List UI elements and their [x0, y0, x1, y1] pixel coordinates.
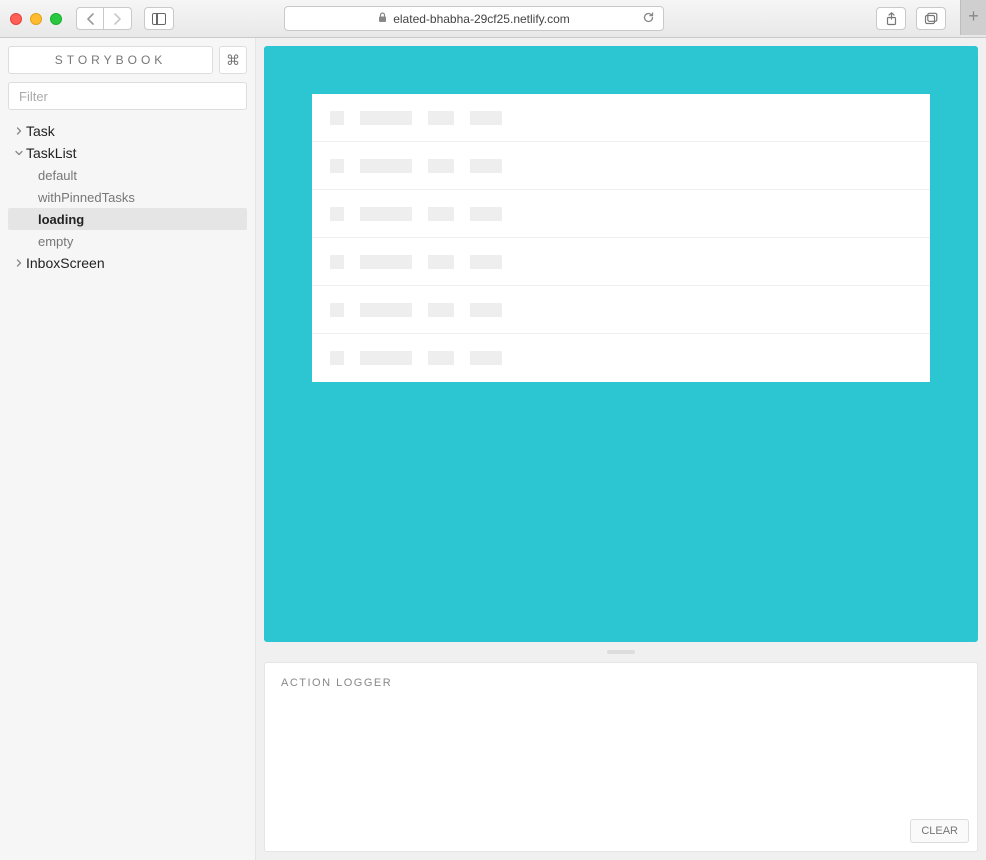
skeleton-bar: [360, 207, 412, 221]
skeleton-bar: [428, 255, 454, 269]
reload-icon[interactable]: [642, 11, 655, 27]
lock-icon: [378, 12, 387, 26]
url-text: elated-bhabha-29cf25.netlify.com: [393, 12, 570, 26]
address-bar[interactable]: elated-bhabha-29cf25.netlify.com: [284, 6, 664, 31]
skeleton-bar: [470, 159, 502, 173]
toggle-sidebar-button[interactable]: [144, 7, 174, 30]
skeleton-row: [312, 238, 930, 286]
minimize-window-button[interactable]: [30, 13, 42, 25]
chevron-down-icon: [12, 149, 26, 157]
skeleton-bar: [360, 111, 412, 125]
skeleton-row: [312, 190, 930, 238]
tree-story-label: withPinnedTasks: [38, 190, 135, 205]
skeleton-bar: [360, 303, 412, 317]
tree-kind-label: Task: [26, 123, 55, 139]
brand-button[interactable]: STORYBOOK: [8, 46, 213, 74]
skeleton-row: [312, 142, 930, 190]
panel-resize-handle[interactable]: [607, 650, 635, 654]
tree-story-label: loading: [38, 212, 84, 227]
stories-tree: Task TaskList default withPinnedTasks loadin…: [8, 120, 247, 274]
share-button[interactable]: [876, 7, 906, 30]
tree-kind[interactable]: TaskList: [8, 142, 247, 164]
clear-label: CLEAR: [921, 825, 958, 837]
tabs-button[interactable]: [916, 7, 946, 30]
skeleton-checkbox: [330, 111, 344, 125]
tree-kind[interactable]: Task: [8, 120, 247, 142]
tasklist-loading-skeleton: [312, 94, 930, 382]
toolbar-right: +: [876, 7, 976, 30]
tree-kind-label: InboxScreen: [26, 255, 105, 271]
tree-story[interactable]: withPinnedTasks: [8, 186, 247, 208]
skeleton-bar: [360, 255, 412, 269]
tree-story-label: empty: [38, 234, 73, 249]
back-button[interactable]: [76, 7, 104, 30]
skeleton-row: [312, 334, 930, 382]
skeleton-row: [312, 286, 930, 334]
skeleton-bar: [470, 111, 502, 125]
tree-story[interactable]: empty: [8, 230, 247, 252]
main-panel: ACTION LOGGER CLEAR: [256, 38, 986, 860]
skeleton-bar: [360, 159, 412, 173]
skeleton-checkbox: [330, 351, 344, 365]
skeleton-bar: [428, 303, 454, 317]
chevron-right-icon: [12, 259, 26, 267]
tree-kind-label: TaskList: [26, 145, 77, 161]
tree-story[interactable]: default: [8, 164, 247, 186]
brand-row: STORYBOOK ⌘: [8, 46, 247, 74]
skeleton-checkbox: [330, 303, 344, 317]
skeleton-checkbox: [330, 255, 344, 269]
brand-label: STORYBOOK: [55, 53, 167, 67]
skeleton-bar: [428, 111, 454, 125]
browser-toolbar: elated-bhabha-29cf25.netlify.com +: [0, 0, 986, 38]
clear-button[interactable]: CLEAR: [910, 819, 969, 843]
action-logger-panel: ACTION LOGGER CLEAR: [264, 662, 978, 852]
maximize-window-button[interactable]: [50, 13, 62, 25]
shortcuts-button[interactable]: ⌘: [219, 46, 247, 74]
new-tab-button[interactable]: +: [960, 0, 986, 35]
skeleton-bar: [470, 303, 502, 317]
filter-input[interactable]: [8, 82, 247, 110]
forward-button[interactable]: [104, 7, 132, 30]
skeleton-bar: [428, 207, 454, 221]
action-logger-body: [265, 703, 977, 851]
chevron-right-icon: [12, 127, 26, 135]
skeleton-checkbox: [330, 207, 344, 221]
skeleton-row: [312, 94, 930, 142]
window-controls: [10, 13, 62, 25]
skeleton-checkbox: [330, 159, 344, 173]
tree-story-label: default: [38, 168, 77, 183]
skeleton-bar: [470, 207, 502, 221]
skeleton-bar: [470, 351, 502, 365]
command-icon: ⌘: [226, 52, 240, 69]
preview-pane: [264, 46, 978, 642]
skeleton-bar: [428, 159, 454, 173]
sidebar-icon: [152, 13, 166, 25]
action-logger-title: ACTION LOGGER: [265, 663, 977, 703]
close-window-button[interactable]: [10, 13, 22, 25]
skeleton-bar: [428, 351, 454, 365]
nav-buttons: [76, 7, 132, 30]
skeleton-bar: [470, 255, 502, 269]
storybook-app: STORYBOOK ⌘ Task TaskList default withPinne…: [0, 38, 986, 860]
tree-kind[interactable]: InboxScreen: [8, 252, 247, 274]
tree-story[interactable]: loading: [8, 208, 247, 230]
skeleton-bar: [360, 351, 412, 365]
explorer-panel: STORYBOOK ⌘ Task TaskList default withPinne…: [0, 38, 256, 860]
